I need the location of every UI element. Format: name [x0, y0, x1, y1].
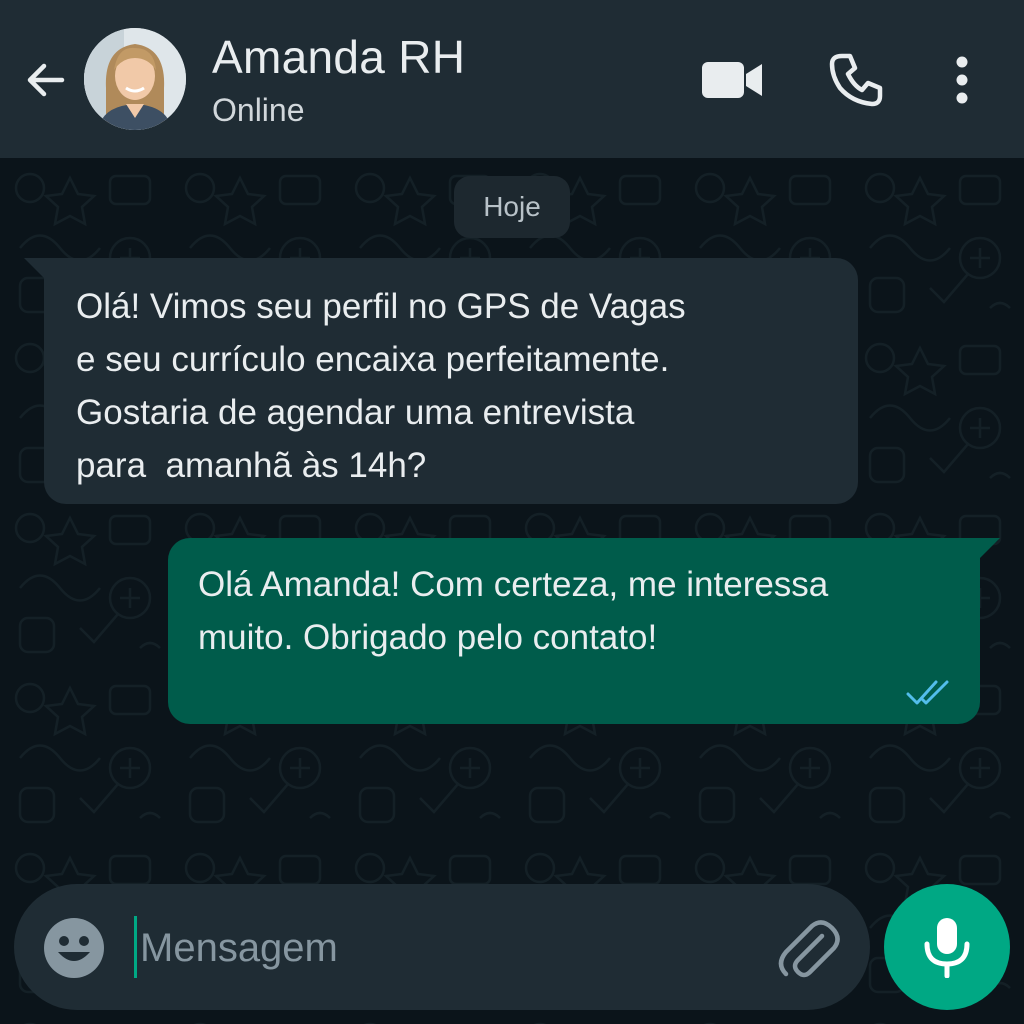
message-input[interactable] — [138, 908, 762, 988]
voice-call-button[interactable] — [826, 50, 886, 110]
emoji-icon — [44, 918, 104, 978]
incoming-message[interactable]: Olá! Vimos seu perfil no GPS de Vagas e … — [24, 258, 858, 504]
video-call-button[interactable] — [698, 52, 766, 108]
read-receipt-icon — [906, 680, 949, 705]
phone-icon — [829, 53, 883, 107]
more-options-button[interactable] — [940, 50, 984, 110]
microphone-icon — [924, 918, 970, 978]
message-text: Olá! Vimos seu perfil no GPS de Vagas e … — [76, 287, 686, 485]
bubble-tail — [978, 538, 1000, 560]
text-cursor — [134, 916, 137, 978]
attach-button[interactable] — [774, 914, 842, 982]
contact-status: Online — [212, 92, 305, 128]
bubble-tail — [24, 258, 46, 280]
message-text: Olá Amanda! Com certeza, me interessa mu… — [198, 565, 829, 657]
back-button[interactable] — [18, 52, 74, 108]
paperclip-icon — [778, 920, 840, 978]
voice-message-button[interactable] — [884, 884, 1010, 1010]
contact-photo — [84, 28, 186, 130]
video-camera-icon — [702, 62, 762, 98]
emoji-button[interactable] — [42, 916, 106, 980]
contact-name[interactable]: Amanda RH — [212, 30, 465, 84]
outgoing-message[interactable]: Olá Amanda! Com certeza, me interessa mu… — [168, 538, 1000, 724]
chat-header: Amanda RH Online — [0, 0, 1024, 158]
arrow-left-icon — [27, 63, 65, 97]
date-divider: Hoje — [454, 176, 570, 238]
more-vertical-icon — [956, 56, 968, 104]
message-composer — [14, 884, 870, 1010]
avatar[interactable] — [84, 28, 186, 130]
